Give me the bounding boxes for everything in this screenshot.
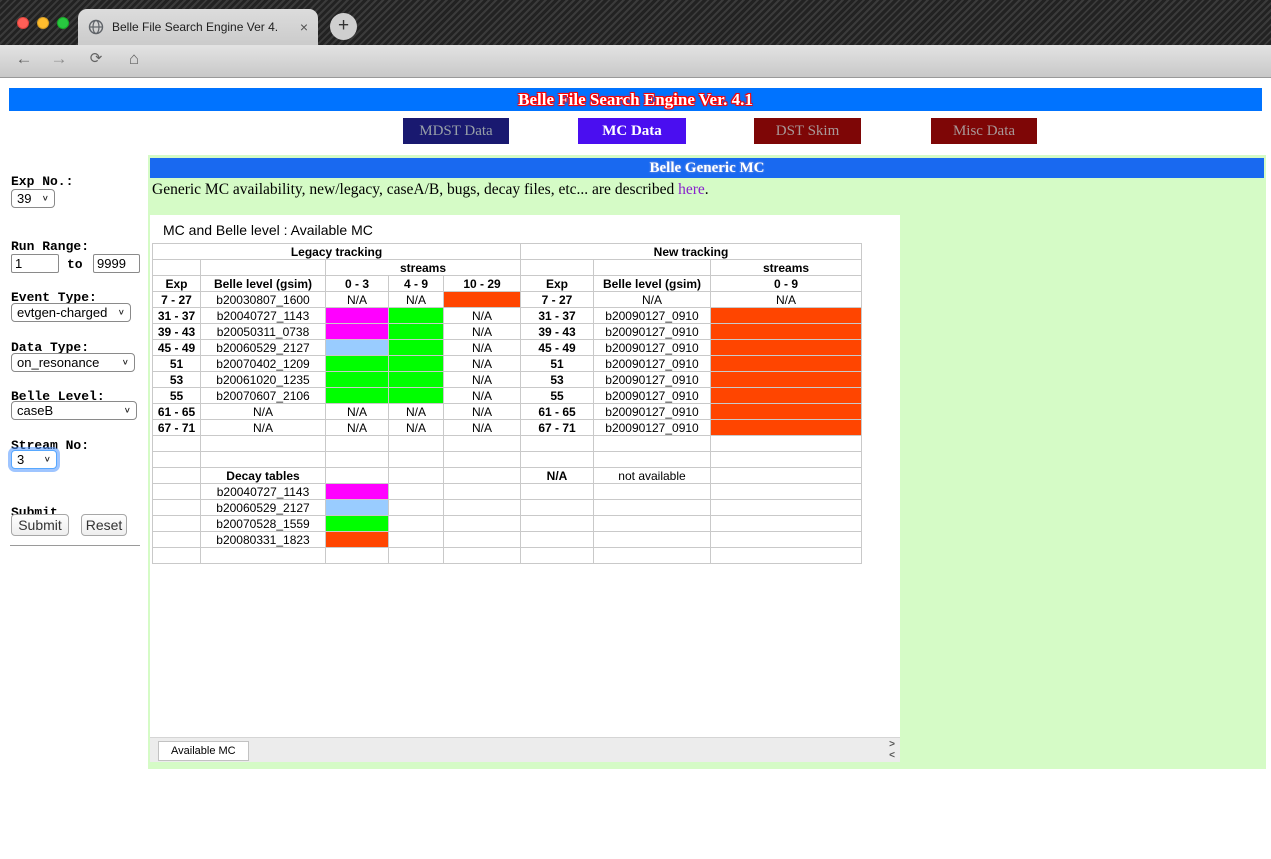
browser-tab-bar: Belle File Search Engine Ver 4. × +	[0, 0, 1271, 45]
scroll-right-icon[interactable]: >	[889, 739, 895, 750]
table-row: 67 - 71 N/A N/A N/A N/A 67 - 71 b2009012…	[153, 420, 862, 436]
nav-button-dst-skim[interactable]: DST Skim	[754, 118, 861, 144]
belle-level-select[interactable]: caseB ∨	[11, 401, 137, 420]
decay-tables-label: Decay tables	[201, 468, 326, 484]
tab-close-icon[interactable]: ×	[300, 19, 308, 35]
event-type-select[interactable]: evtgen-charged ∨	[11, 303, 131, 322]
exp-no-label: Exp No.:	[11, 174, 73, 189]
availability-table: Legacy tracking New tracking streams str…	[152, 243, 862, 564]
table-row: 51 b20070402_1209 N/A 51 b20090127_0910	[153, 356, 862, 372]
page-title-banner: Belle File Search Engine Ver. 4.1	[9, 88, 1262, 111]
na-legend-desc: not available	[594, 468, 711, 484]
new-tracking-header: New tracking	[521, 244, 862, 260]
legend-row: b20080331_1823	[153, 532, 862, 548]
data-type-select[interactable]: on_resonance ∨	[11, 353, 135, 372]
chevron-down-icon: ∨	[122, 358, 129, 367]
color-swatch	[326, 532, 389, 548]
legend-row: b20070528_1559	[153, 516, 862, 532]
window-controls	[17, 17, 69, 29]
run-to-input[interactable]	[93, 254, 140, 273]
browser-address-bar: ← → ⟳ ⌂ ⚠ Not Secure | bweb3.cc.kek.jp /…	[0, 45, 1271, 78]
chevron-down-icon: ∨	[124, 406, 131, 415]
nav-button-misc-data[interactable]: Misc Data	[931, 118, 1037, 144]
legacy-streams-label: streams	[326, 260, 521, 276]
table-row: 31 - 37 b20040727_1143 N/A 31 - 37 b2009…	[153, 308, 862, 324]
table-row: 39 - 43 b20050311_0738 N/A 39 - 43 b2009…	[153, 324, 862, 340]
nav-button-mc-data[interactable]: MC Data	[578, 118, 686, 144]
page-content: Belle File Search Engine Ver. 4.1 MDST D…	[0, 78, 1271, 859]
column-header-row: Exp Belle level (gsim) 0 - 3 4 - 9 10 - …	[153, 276, 862, 292]
reload-icon[interactable]: ⟳	[84, 49, 108, 67]
browser-tab[interactable]: Belle File Search Engine Ver 4. ×	[78, 9, 318, 45]
run-to-word: to	[67, 257, 83, 272]
page-title: Belle File Search Engine Ver. 4.1	[518, 90, 753, 109]
sidebar-divider	[10, 545, 140, 546]
table-row: 61 - 65 N/A N/A N/A N/A 61 - 65 b2009012…	[153, 404, 862, 420]
empty-row	[153, 452, 862, 468]
browser-window: Belle File Search Engine Ver 4. × + ← → …	[0, 0, 1271, 859]
minimize-window-button[interactable]	[37, 17, 49, 29]
tab-title: Belle File Search Engine Ver 4.	[112, 20, 294, 34]
reset-button[interactable]: Reset	[81, 514, 127, 536]
new-tab-button[interactable]: +	[330, 13, 357, 40]
empty-row	[153, 436, 862, 452]
here-link[interactable]: here	[678, 181, 705, 198]
sheet-title: MC and Belle level : Available MC	[163, 222, 373, 238]
globe-favicon-icon	[88, 19, 104, 35]
close-window-button[interactable]	[17, 17, 29, 29]
embedded-spreadsheet: MC and Belle level : Available MC Legacy…	[150, 215, 900, 762]
home-icon[interactable]: ⌂	[122, 49, 146, 69]
legend-row: b20060529_2127	[153, 500, 862, 516]
table-row: 55 b20070607_2106 N/A 55 b20090127_0910	[153, 388, 862, 404]
group-header-row: Legacy tracking New tracking	[153, 244, 862, 260]
description-line: Generic MC availability, new/legacy, cas…	[152, 181, 709, 199]
submit-button[interactable]: Submit	[11, 514, 69, 536]
run-from-input[interactable]	[11, 254, 59, 273]
chevron-down-icon: ∨	[44, 455, 51, 464]
empty-row	[153, 548, 862, 564]
color-swatch	[326, 484, 389, 500]
new-streams-label: streams	[711, 260, 862, 276]
stream-no-select[interactable]: 3 ∨	[11, 450, 57, 469]
sheet-tab-available-mc[interactable]: Available MC	[158, 741, 249, 761]
back-icon[interactable]: ←	[12, 49, 36, 69]
belle-generic-mc-header: Belle Generic MC	[150, 158, 1264, 178]
chevron-down-icon: ∨	[118, 308, 125, 317]
legend-row: b20040727_1143	[153, 484, 862, 500]
run-range-label: Run Range:	[11, 239, 89, 254]
color-swatch	[326, 500, 389, 516]
fullscreen-window-button[interactable]	[57, 17, 69, 29]
exp-no-select[interactable]: 39 ∨	[11, 189, 55, 208]
nav-button-mdst-data[interactable]: MDST Data	[403, 118, 509, 144]
mc-data-panel: Belle Generic MC Generic MC availability…	[148, 155, 1266, 769]
table-row: 7 - 27 b20030807_1600 N/A N/A 7 - 27 N/A…	[153, 292, 862, 308]
legacy-tracking-header: Legacy tracking	[153, 244, 521, 260]
sheet-scroll-arrows: > <	[889, 739, 895, 761]
chevron-down-icon: ∨	[42, 194, 49, 203]
na-legend-label: N/A	[521, 468, 594, 484]
table-row: 53 b20061020_1235 N/A 53 b20090127_0910	[153, 372, 862, 388]
sheet-tab-bar: Available MC > <	[150, 737, 900, 762]
streams-header-row: streams streams	[153, 260, 862, 276]
legend-header-row: Decay tables N/A not available	[153, 468, 862, 484]
table-row: 45 - 49 b20060529_2127 N/A 45 - 49 b2009…	[153, 340, 862, 356]
scroll-left-icon[interactable]: <	[889, 750, 895, 761]
forward-icon[interactable]: →	[47, 49, 71, 69]
color-swatch	[326, 516, 389, 532]
